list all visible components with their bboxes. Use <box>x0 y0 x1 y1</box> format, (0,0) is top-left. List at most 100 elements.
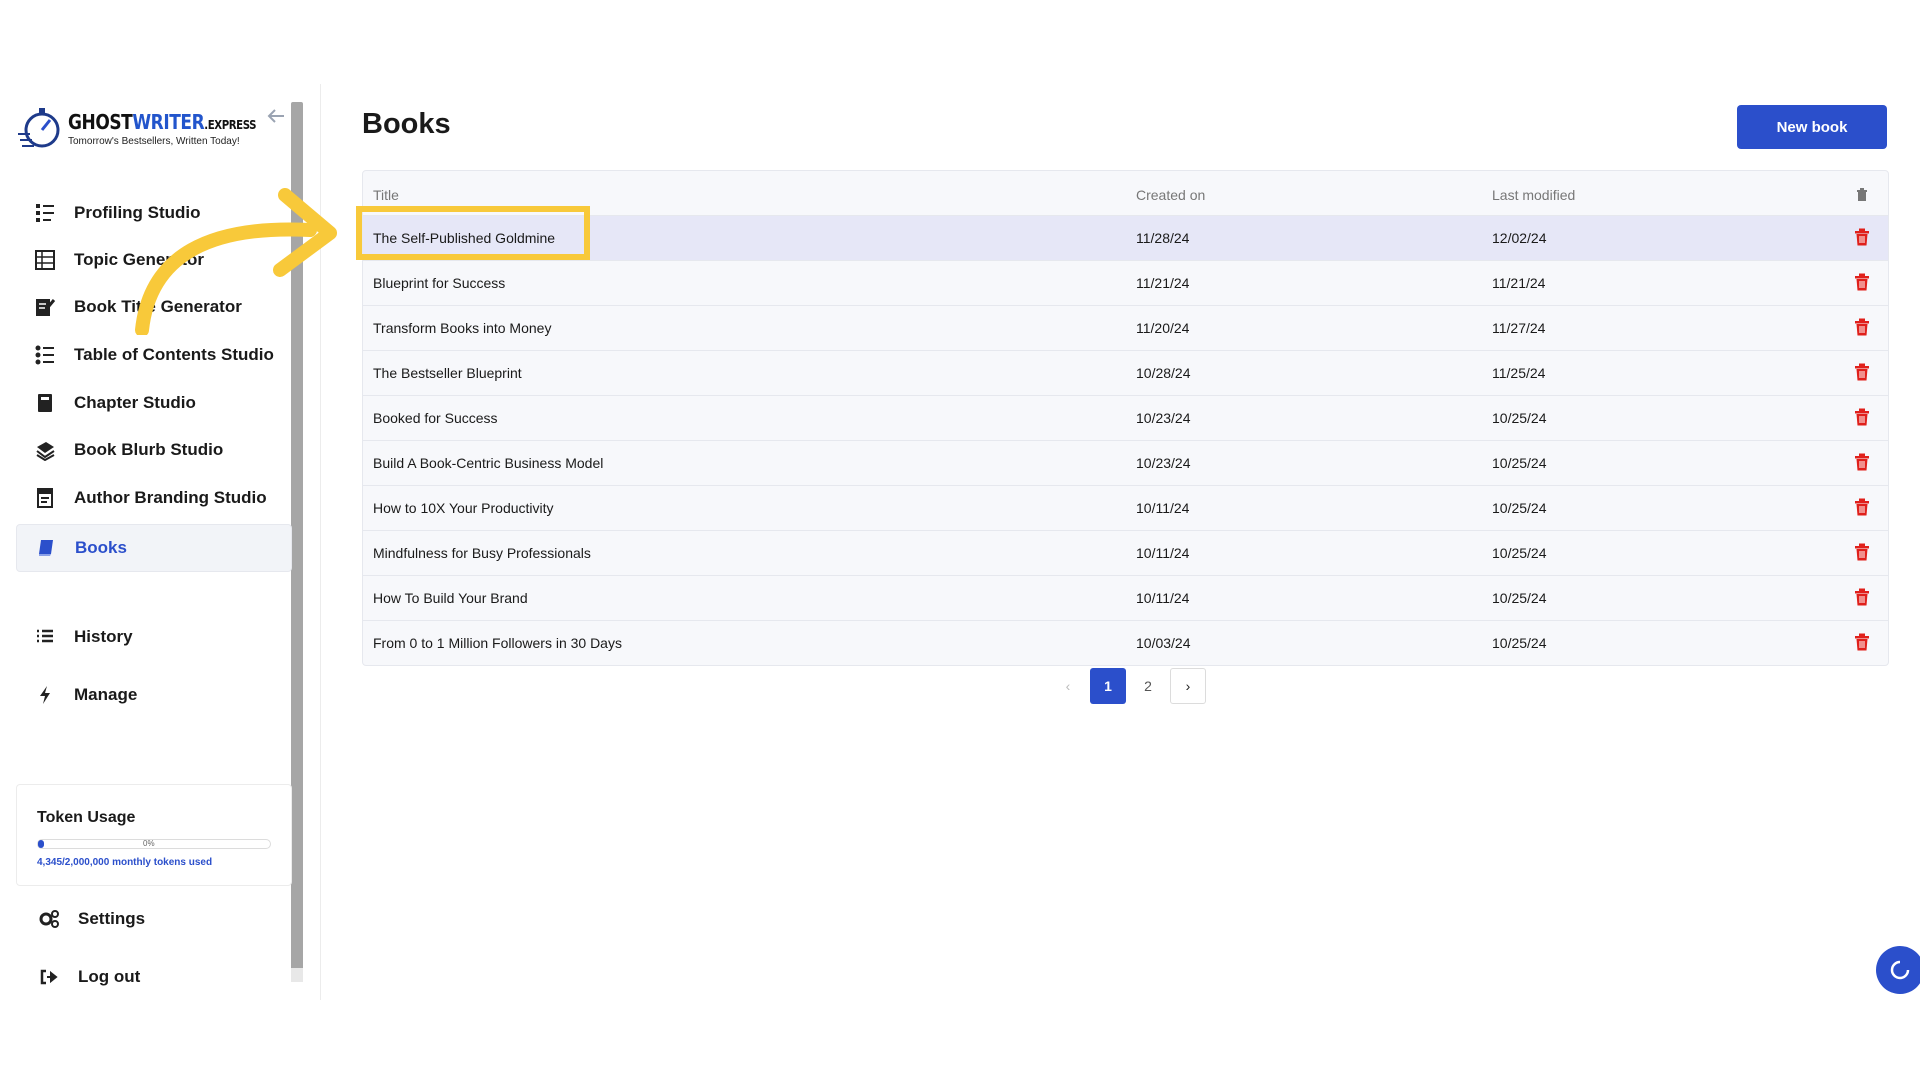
table-row[interactable]: The Self-Published Goldmine 11/28/24 12/02… <box>363 216 1888 261</box>
column-last-modified[interactable]: Last modified <box>1492 187 1575 203</box>
last-modified-cell: 11/21/24 <box>1492 275 1546 291</box>
last-modified-cell: 10/25/24 <box>1492 455 1547 471</box>
delete-trash-icon[interactable] <box>1854 543 1870 561</box>
last-modified-cell: 10/25/24 <box>1492 545 1547 561</box>
token-usage-card: Token Usage 0% 4,345/2,000,000 monthly t… <box>16 784 292 886</box>
sidebar-item-books[interactable]: Books <box>16 524 292 572</box>
logo-wordmark-b: WRITER <box>132 110 205 134</box>
books-table: Title Created on Last modified The Self-… <box>362 170 1889 666</box>
created-on-cell: 10/23/24 <box>1136 455 1191 471</box>
sidebar-item-chapter-studio[interactable]: Chapter Studio <box>16 380 290 426</box>
app-logo[interactable]: GHOSTWRITER.EXPRESS Tomorrow's Bestselle… <box>18 104 257 154</box>
sidebar-item-history[interactable]: History <box>16 614 290 660</box>
sidebar-item-label: History <box>74 627 133 646</box>
loading-spinner-icon <box>1890 960 1910 980</box>
sidebar-item-label: Settings <box>78 909 146 928</box>
book-title-cell[interactable]: Transform Books into Money <box>373 320 551 336</box>
created-on-cell: 10/03/24 <box>1136 635 1191 651</box>
book-icon <box>33 535 59 561</box>
chapter-book-icon <box>32 390 58 416</box>
next-page-button[interactable]: › <box>1170 668 1206 704</box>
sidebar-item-book-blurb-studio[interactable]: Book Blurb Studio <box>16 427 290 473</box>
sidebar-item-logout[interactable]: Log out <box>20 954 294 1000</box>
blurb-books-icon <box>32 437 58 463</box>
delete-trash-icon[interactable] <box>1854 633 1870 651</box>
delete-trash-icon[interactable] <box>1854 363 1870 381</box>
sidebar-item-settings[interactable]: Settings <box>20 896 294 942</box>
created-on-cell: 10/23/24 <box>1136 410 1191 426</box>
table-row[interactable]: The Bestseller Blueprint 10/28/24 11/25/24 <box>363 351 1888 396</box>
logo-wordmark: GHOSTWRITER.EXPRESS <box>68 110 257 134</box>
created-on-cell: 10/28/24 <box>1136 365 1191 381</box>
book-title-cell[interactable]: How to 10X Your Productivity <box>373 500 554 516</box>
delete-trash-icon[interactable] <box>1854 273 1870 291</box>
token-usage-title: Token Usage <box>37 809 136 826</box>
last-modified-cell: 12/02/24 <box>1492 230 1547 246</box>
last-modified-cell: 10/25/24 <box>1492 635 1547 651</box>
last-modified-cell: 10/25/24 <box>1492 590 1547 606</box>
table-row[interactable]: How To Build Your Brand 10/11/24 10/25/24 <box>363 576 1888 621</box>
token-usage-text: 4,345/2,000,000 monthly tokens used <box>37 857 213 868</box>
branding-icon <box>32 485 58 511</box>
book-title-cell[interactable]: The Bestseller Blueprint <box>373 365 522 381</box>
book-title-cell[interactable]: Mindfulness for Busy Professionals <box>373 545 591 561</box>
sidebar-item-label: Manage <box>74 685 138 704</box>
created-on-cell: 10/11/24 <box>1136 545 1190 561</box>
pointer-arrow-annotation <box>135 188 337 335</box>
created-on-cell: 11/20/24 <box>1136 320 1190 336</box>
delete-trash-icon[interactable] <box>1854 498 1870 516</box>
table-row[interactable]: Booked for Success 10/23/24 10/25/24 <box>363 396 1888 441</box>
book-title-cell[interactable]: Build A Book-Centric Business Model <box>373 455 603 471</box>
sidebar-item-label: Books <box>75 538 127 557</box>
sidebar-item-label: Author Branding Studio <box>74 488 267 507</box>
delete-trash-icon[interactable] <box>1854 588 1870 606</box>
toc-list-icon <box>32 342 58 368</box>
sidebar-item-manage[interactable]: Manage <box>16 672 290 718</box>
page-1-button[interactable]: 1 <box>1090 668 1126 704</box>
collapse-sidebar-arrow-icon[interactable] <box>264 104 288 128</box>
sidebar-item-table-of-contents-studio[interactable]: Table of Contents Studio <box>16 332 290 378</box>
book-title-cell[interactable]: From 0 to 1 Million Followers in 30 Days <box>373 635 622 651</box>
delete-trash-icon[interactable] <box>1854 318 1870 336</box>
topic-grid-icon <box>32 247 58 273</box>
table-row[interactable]: Build A Book-Centric Business Model 10/23… <box>363 441 1888 486</box>
table-row[interactable]: Mindfulness for Busy Professionals 10/11/… <box>363 531 1888 576</box>
help-chat-button[interactable] <box>1876 946 1920 994</box>
list-icon <box>32 624 58 650</box>
table-row[interactable]: Blueprint for Success 11/21/24 11/21/24 <box>363 261 1888 306</box>
logout-icon <box>36 964 62 990</box>
book-title-cell[interactable]: Booked for Success <box>373 410 498 426</box>
pen-notebook-icon <box>32 294 58 320</box>
sidebar-item-label: Chapter Studio <box>74 393 196 412</box>
sidebar-item-author-branding-studio[interactable]: Author Branding Studio <box>16 475 290 521</box>
created-on-cell: 11/21/24 <box>1136 275 1190 291</box>
table-header: Title Created on Last modified <box>363 171 1888 216</box>
page-2-button[interactable]: 2 <box>1130 668 1166 704</box>
last-modified-cell: 11/25/24 <box>1492 365 1546 381</box>
sidebar-item-label: Table of Contents Studio <box>74 345 274 364</box>
table-row[interactable]: How to 10X Your Productivity 10/11/24 10/2… <box>363 486 1888 531</box>
selected-title-highlight <box>356 206 590 260</box>
created-on-cell: 10/11/24 <box>1136 590 1190 606</box>
table-row[interactable]: Transform Books into Money 11/20/24 11/27/… <box>363 306 1888 351</box>
book-title-cell[interactable]: Blueprint for Success <box>373 275 505 291</box>
table-row[interactable]: From 0 to 1 Million Followers in 30 Days… <box>363 621 1888 665</box>
pagination: ‹ 1 2 › <box>1050 668 1210 704</box>
delete-trash-icon[interactable] <box>1854 453 1870 471</box>
column-created-on[interactable]: Created on <box>1136 187 1205 203</box>
logo-wordmark-a: GHOST <box>68 110 133 134</box>
column-title[interactable]: Title <box>373 187 399 203</box>
token-usage-percent: 0% <box>143 839 155 848</box>
profile-list-icon <box>32 200 58 226</box>
logo-wordmark-c: .EXPRESS <box>204 118 257 132</box>
trash-header-icon[interactable] <box>1856 187 1868 201</box>
book-title-cell[interactable]: How To Build Your Brand <box>373 590 528 606</box>
delete-trash-icon[interactable] <box>1854 408 1870 426</box>
sidebar-item-label: Book Blurb Studio <box>74 440 224 459</box>
last-modified-cell: 10/25/24 <box>1492 410 1547 426</box>
prev-page-button[interactable]: ‹ <box>1050 668 1086 704</box>
new-book-button[interactable]: New book <box>1737 105 1887 149</box>
delete-trash-icon[interactable] <box>1854 228 1870 246</box>
page-title: Books <box>362 108 451 140</box>
stopwatch-logo-icon <box>18 108 60 148</box>
